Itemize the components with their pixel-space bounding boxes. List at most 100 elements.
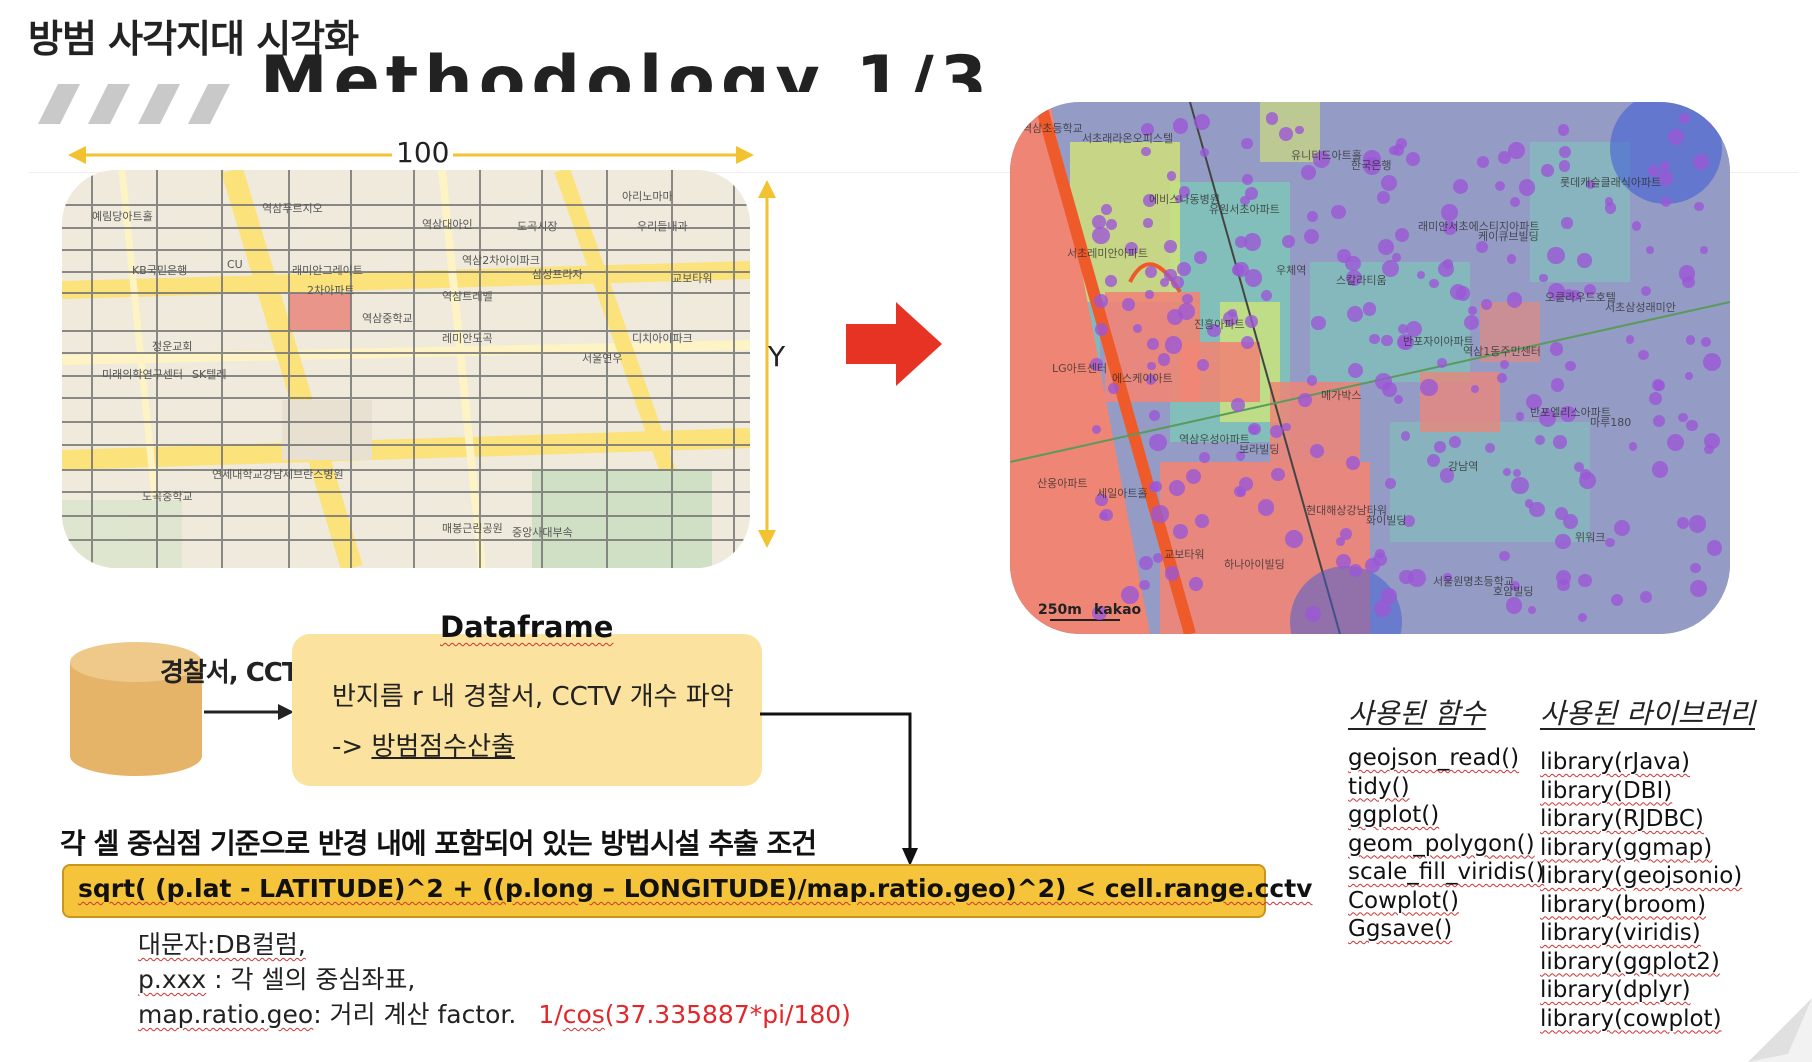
map-place-label: 역삼1동주민센터 (1463, 345, 1541, 358)
map-place-label: 서초삼성래미안 (1605, 301, 1676, 314)
library-item: library(ggplot2) (1540, 948, 1720, 975)
map-place-label: 호암빌딩 (1493, 585, 1534, 598)
note-line-1: 대문자:DB컬럼, (138, 925, 306, 961)
map-place-label: 미래의학연구센터 (102, 368, 183, 381)
note-2-key: p.xxx (138, 965, 207, 994)
map-place-label: LG아트센터 (1052, 362, 1108, 375)
map-place-label: 역삼중학교 (362, 312, 413, 325)
functions-list: geojson_read() tidy() ggplot() geom_polygon… (1348, 744, 1544, 944)
map-place-label: 역삼트레벨 (442, 290, 493, 303)
library-item: library(dplyr) (1540, 977, 1691, 1003)
map-place-label: 진흥아파트 (1194, 318, 1245, 331)
map-place-label: CU (227, 258, 243, 271)
formula-text: sqrt( (p.lat - LATITUDE)^2 + ((p.long – … (78, 874, 1313, 903)
map-place-label: 서초래라온오피스텔 (1082, 132, 1174, 145)
function-item: scale_fill_viridis() (1348, 859, 1545, 885)
map-place-label: 한국은행 (1351, 159, 1392, 172)
note-3-red-fn: cos (562, 1000, 605, 1029)
map-place-label: 서초레미안아파트 (1067, 247, 1148, 260)
map-place-label: 스칼라티움 (1336, 274, 1387, 287)
map-place-label: 보라빌딩 (1239, 443, 1280, 456)
map-place-label: 중앙사대부속 (512, 526, 573, 539)
map-place-label: 예림당아트홀 (92, 210, 153, 223)
library-item: library(rJava) (1540, 749, 1690, 775)
library-item: library(viridis) (1540, 920, 1701, 946)
map-place-label: 우리들내과 (637, 220, 688, 233)
note-3-rest: : 거리 계산 factor. (313, 1000, 517, 1029)
map-place-label: 도곡시장 (517, 220, 558, 233)
library-item: library(cowplot) (1540, 1005, 1722, 1032)
function-item: Ggsave() (1348, 916, 1453, 942)
map-place-label: 롯데캐슬클래식아파트 (1560, 176, 1662, 189)
library-item: library(DBI) (1540, 777, 1673, 804)
map-place-label: 하나아이빌딩 (1224, 558, 1285, 571)
grid-map-labels: 아리노마마역삼푸르지오역삼대아인 도곡시장 우리들내과 예림당아트홀 KB국민은행 CU 래… (62, 170, 750, 568)
map-place-label: 산옹아파트 (1037, 477, 1088, 490)
library-item: library(broom) (1540, 891, 1707, 918)
map-place-label: 삼성프라자 (532, 268, 583, 281)
slide-heading-fragment: Methodology 1/3 (260, 42, 993, 92)
map-place-label: 역삼푸르지오 (262, 202, 323, 215)
map-place-label: 위워크 (1575, 531, 1606, 544)
condition-title: 각 셀 중심점 기준으로 반경 내에 포함되어 있는 방법시설 추출 조건 (60, 827, 817, 860)
width-label: 100 (392, 136, 454, 169)
map-place-label: 디치아이파크 (632, 332, 693, 345)
map-place-label: 케이큐브빌딩 (1478, 230, 1539, 243)
note-3-red-prefix: 1/ (538, 1000, 563, 1029)
map-place-label: 메가박스 (1321, 389, 1362, 402)
flow-arrow-icon (204, 704, 294, 720)
map-place-label: 강남역 (1448, 460, 1479, 473)
library-item: library(ggmap) (1540, 834, 1713, 861)
dataframe-line-1: 반지름 r 내 경찰서, CCTV 개수 파악 (332, 682, 734, 712)
decorative-hatch (38, 84, 230, 124)
map-place-label: 역삼2차아이파크 (462, 254, 540, 267)
function-item: tidy() (1348, 773, 1410, 800)
dataframe-line-2-prefix: -> (332, 732, 372, 762)
map-place-label: SK텔레 (192, 368, 227, 381)
note-line-3: map.ratio.geo: 거리 계산 factor. 1/cos(37.335… (138, 995, 851, 1031)
function-item: geojson_read() (1348, 745, 1520, 771)
function-item: Cowplot() (1348, 887, 1459, 914)
map-place-label: 레미안도곡 (442, 332, 493, 345)
note-3-red-rest: (37.335887*pi/180) (604, 1000, 851, 1029)
map-place-label: 유원서초아파트 (1209, 203, 1280, 216)
function-item: geom_polygon() (1348, 830, 1535, 857)
map-place-label: 2차아파트 (307, 284, 355, 297)
map-place-label: 교보타워 (1164, 548, 1205, 561)
function-item: ggplot() (1348, 802, 1440, 828)
map-place-label: 정운교회 (152, 340, 193, 353)
map-place-label: 래미안그레이트 (292, 264, 363, 277)
map-place-label: 세일아트홀 (1097, 487, 1148, 500)
libraries-list: library(rJava) library(DBI) library(RJDBC)… (1540, 748, 1742, 1033)
map-place-label: 도곡중학교 (142, 490, 193, 503)
map-place-label: 연세대학교강남세브란스병원 (212, 468, 344, 481)
coverage-map-labels: 역삼초등학교 에비스나동병원 우체역 반포자이아파트 반포엘리스아파트 산옹아파트 교보타워… (1010, 102, 1730, 634)
note-line-2: p.xxx : 각 셀의 중심좌표, (138, 960, 415, 996)
map-place-label: 에스케이아트 (1112, 372, 1173, 385)
grid-map: 아리노마마역삼푸르지오역삼대아인 도곡시장 우리들내과 예림당아트홀 KB국민은행 CU 래… (62, 170, 750, 568)
libraries-heading: 사용된 라이브러리 (1540, 697, 1755, 730)
map-place-label: 매봉근린공원 (442, 522, 503, 535)
map-place-label: KB국민은행 (132, 264, 188, 277)
note-2-rest: : 각 셀의 중심좌표, (206, 965, 416, 994)
map-place-label: 마루180 (1590, 416, 1632, 429)
library-item: library(RJDBC) (1540, 806, 1704, 832)
note-1-text: 대문자:DB컬럼, (138, 930, 306, 959)
score-link: 방범점수산출 (371, 732, 515, 762)
dataframe-line-2: -> 방범점수산출 (332, 726, 515, 763)
map-place-label: 교보타워 (672, 272, 713, 285)
note-3-key: map.ratio.geo (138, 1000, 314, 1029)
map-place-label: 서울연우 (582, 352, 623, 365)
map-place-label: 우체역 (1276, 264, 1307, 277)
library-item: library(geojsonio) (1540, 863, 1743, 889)
dataframe-title: Dataframe (440, 610, 614, 644)
functions-heading: 사용된 함수 (1348, 697, 1486, 730)
map-place-label: 아리노마마 (622, 190, 673, 203)
map-place-label: 역삼대아인 (422, 218, 473, 231)
transform-arrow-icon (846, 302, 942, 386)
map-place-label: 역삼초등학교 (1022, 122, 1083, 135)
height-label: Y (768, 340, 786, 373)
page-curl (1748, 998, 1812, 1062)
coverage-map: 250m kakao 역삼초등학교 에비스나동병원 우체역 반포자이아파트 반포엘리스아… (1010, 102, 1730, 634)
map-place-label: 화이빌딩 (1366, 514, 1407, 527)
